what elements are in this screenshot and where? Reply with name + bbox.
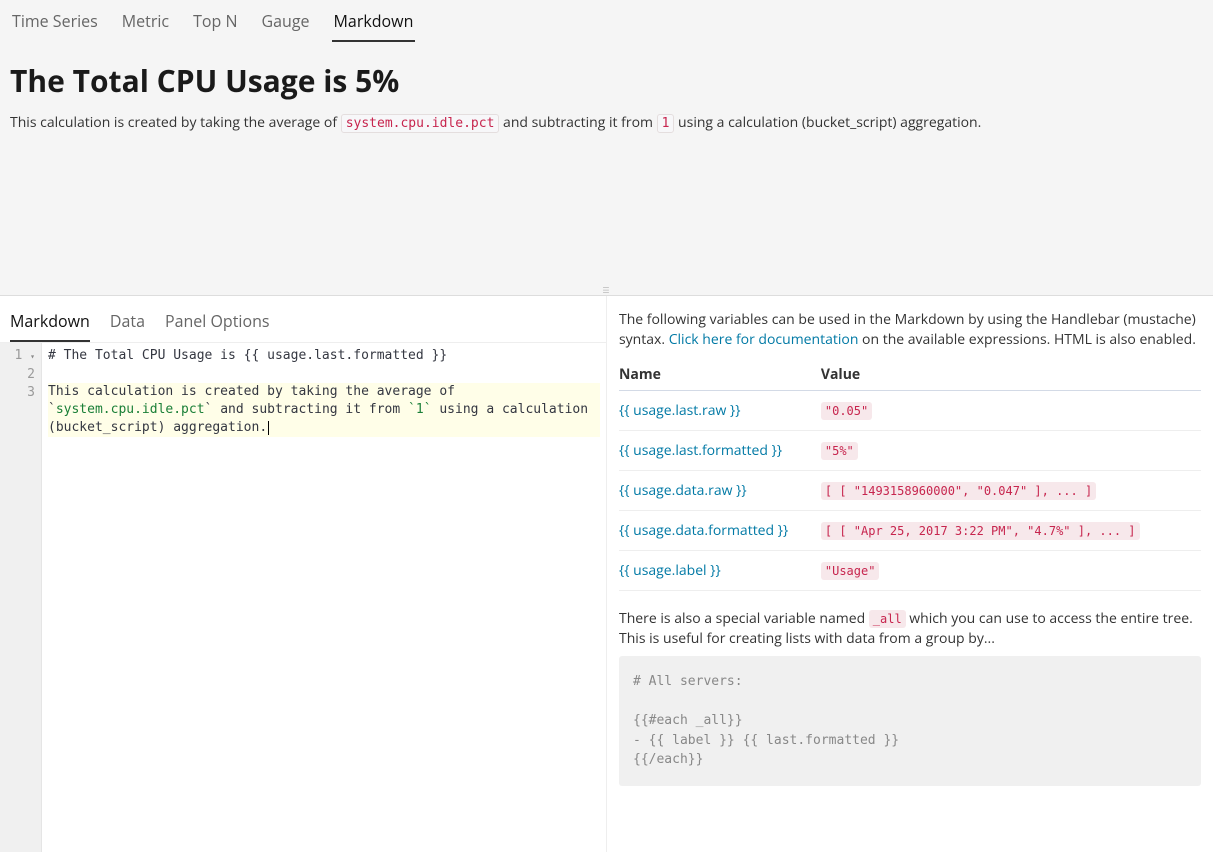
- code-example: # All servers: {{#each _all}} - {{ label…: [619, 656, 1201, 786]
- editor-gutter: 1 ▾ 2 3: [0, 343, 42, 852]
- inline-code: _all: [869, 610, 906, 628]
- editor-tabs: Markdown Data Panel Options: [0, 296, 606, 342]
- inline-code: system.cpu.idle.pct: [341, 114, 500, 133]
- preview-panel: Time Series Metric Top N Gauge Markdown …: [0, 0, 1213, 296]
- tab-top-n[interactable]: Top N: [191, 6, 239, 42]
- text: This calculation is created by taking th…: [10, 113, 341, 132]
- preview-description: This calculation is created by taking th…: [10, 113, 1203, 132]
- text: and subtracting it from: [499, 113, 656, 132]
- preview-heading: The Total CPU Usage is 5%: [10, 60, 1203, 101]
- special-variable-note: There is also a special variable named _…: [619, 609, 1201, 648]
- text: There is also a special variable named: [619, 609, 869, 628]
- resize-handle[interactable]: ☰: [602, 285, 610, 296]
- visualization-type-tabs: Time Series Metric Top N Gauge Markdown: [0, 0, 1213, 42]
- col-name-header: Name: [619, 359, 821, 391]
- editor-panel: Markdown Data Panel Options 1 ▾ 2 3 # Th…: [0, 296, 607, 852]
- variables-table: Name Value {{ usage.last.raw }} "0.05" {…: [619, 359, 1201, 591]
- markdown-preview: The Total CPU Usage is 5% This calculati…: [0, 42, 1213, 150]
- table-row: {{ usage.label }} "Usage": [619, 551, 1201, 591]
- tab-editor-panel-options[interactable]: Panel Options: [165, 306, 270, 342]
- text: on the available expressions. HTML is al…: [858, 330, 1195, 349]
- tab-gauge[interactable]: Gauge: [260, 6, 312, 42]
- variable-value: [ [ "1493158960000", "0.047" ], ... ]: [821, 482, 1096, 500]
- tab-time-series[interactable]: Time Series: [10, 6, 100, 42]
- help-panel: The following variables can be used in t…: [607, 296, 1213, 852]
- table-row: {{ usage.last.formatted }} "5%": [619, 431, 1201, 471]
- documentation-link[interactable]: Click here for documentation: [669, 330, 859, 349]
- code-line: # The Total CPU Usage is {{ usage.last.f…: [48, 348, 447, 363]
- inline-code: 1: [657, 114, 675, 133]
- tab-markdown[interactable]: Markdown: [332, 6, 416, 42]
- variable-name[interactable]: {{ usage.data.raw }}: [619, 481, 747, 500]
- variable-value: [ [ "Apr 25, 2017 3:22 PM", "4.7%" ], ..…: [821, 522, 1140, 540]
- variable-name[interactable]: {{ usage.last.raw }}: [619, 401, 740, 420]
- editor-code[interactable]: # The Total CPU Usage is {{ usage.last.f…: [42, 343, 606, 852]
- variable-name[interactable]: {{ usage.label }}: [619, 561, 721, 580]
- text: using a calculation (bucket_script) aggr…: [674, 113, 981, 132]
- table-row: {{ usage.last.raw }} "0.05": [619, 391, 1201, 431]
- help-intro: The following variables can be used in t…: [619, 310, 1201, 349]
- col-value-header: Value: [821, 359, 1201, 391]
- code-line-highlighted: This calculation is created by taking th…: [48, 383, 600, 437]
- lower-panel: Markdown Data Panel Options 1 ▾ 2 3 # Th…: [0, 296, 1213, 852]
- variable-name[interactable]: {{ usage.data.formatted }}: [619, 521, 788, 540]
- variable-value: "5%": [821, 442, 858, 460]
- text-cursor: [268, 421, 269, 435]
- variable-name[interactable]: {{ usage.last.formatted }}: [619, 441, 782, 460]
- markdown-editor[interactable]: 1 ▾ 2 3 # The Total CPU Usage is {{ usag…: [0, 342, 606, 852]
- tab-editor-data[interactable]: Data: [110, 306, 145, 342]
- variable-value: "0.05": [821, 402, 872, 420]
- table-row: {{ usage.data.raw }} [ [ "1493158960000"…: [619, 471, 1201, 511]
- table-row: {{ usage.data.formatted }} [ [ "Apr 25, …: [619, 511, 1201, 551]
- variable-value: "Usage": [821, 562, 880, 580]
- tab-editor-markdown[interactable]: Markdown: [10, 306, 90, 342]
- tab-metric[interactable]: Metric: [120, 6, 171, 42]
